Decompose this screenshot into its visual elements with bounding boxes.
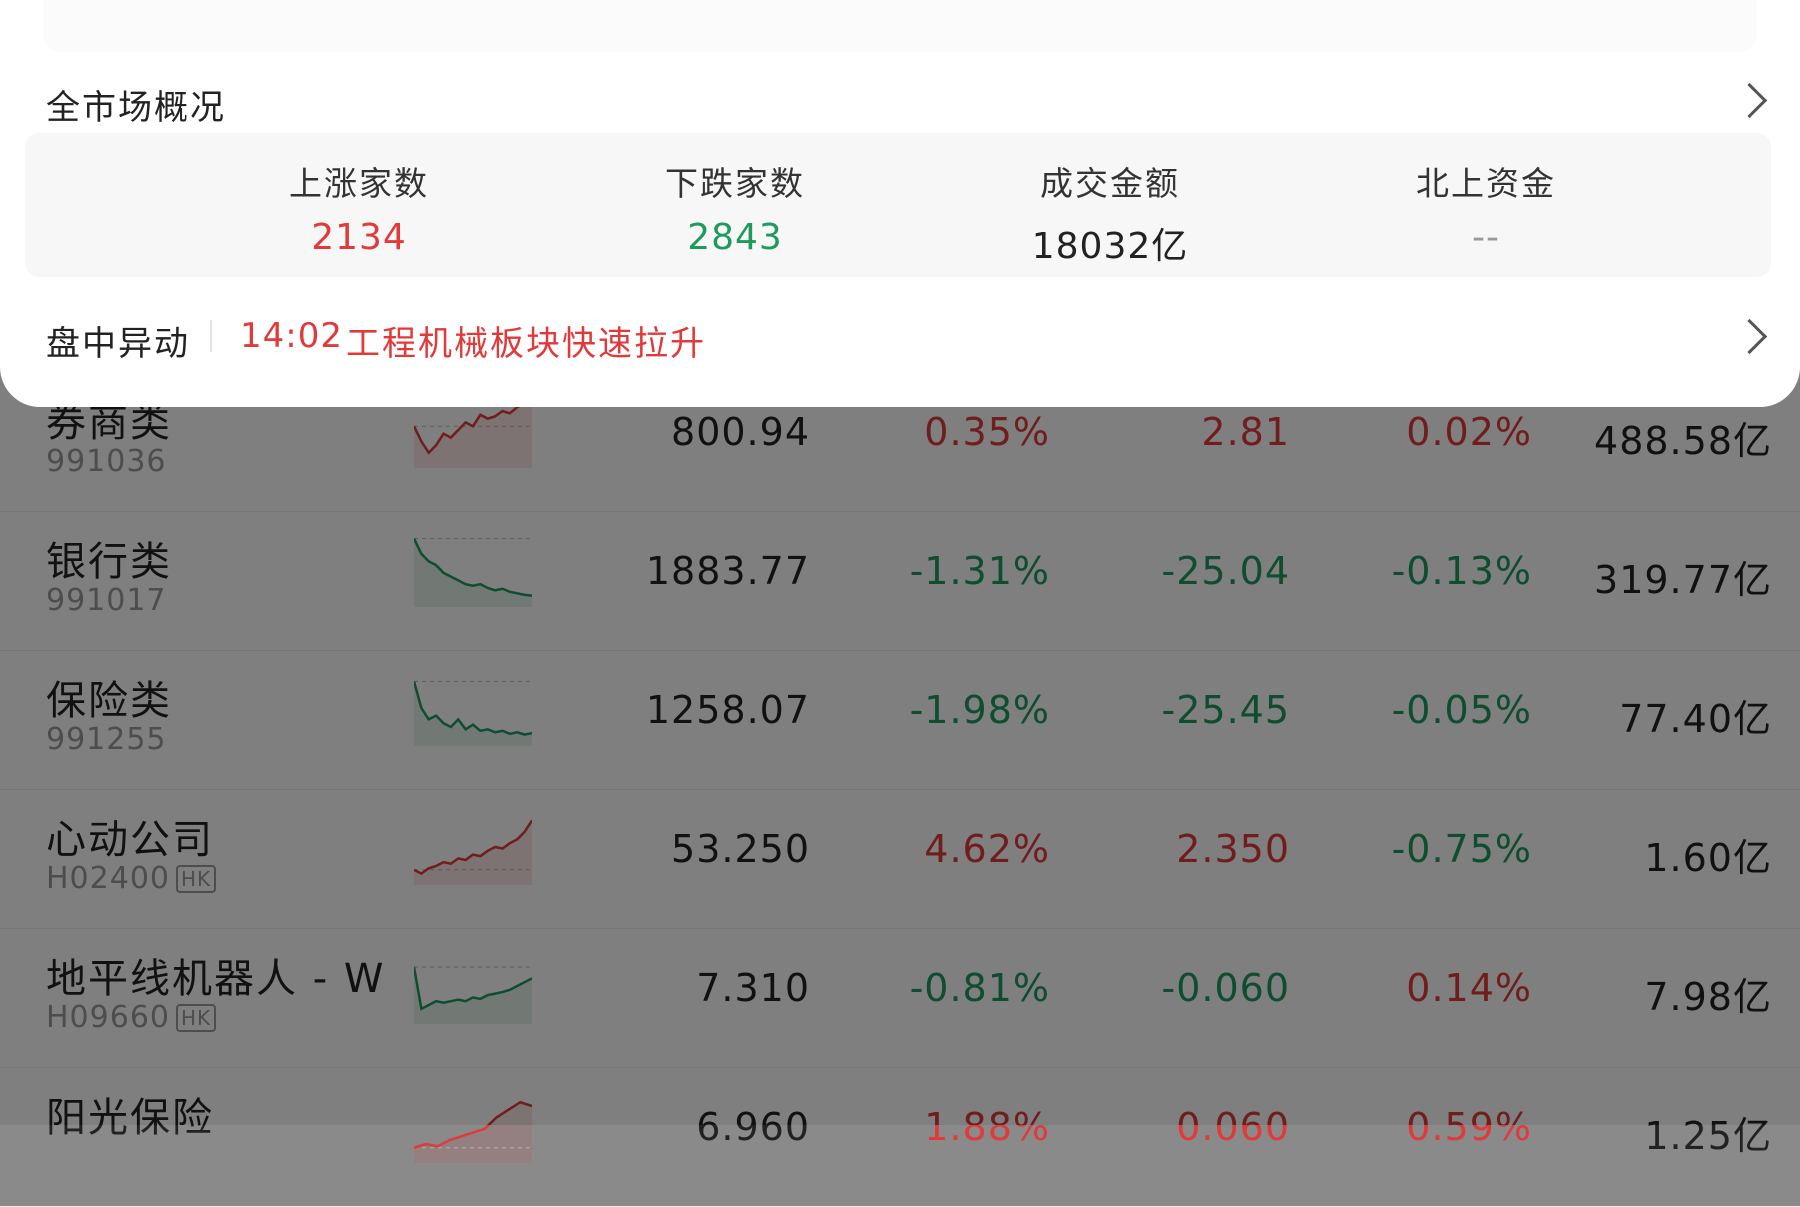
stat-value: 2843	[687, 217, 783, 258]
stat-label: 成交金额	[1040, 164, 1180, 203]
stat-northbound-funds: 北上资金 --	[1336, 157, 1636, 258]
intraday-alert-row[interactable]: 盘中异动 14:02 工程机械板块快速拉升	[0, 300, 1800, 372]
alert-text: 工程机械板块快速拉升	[346, 324, 706, 364]
market-overview-panel: 全市场概况 上涨家数 2134 下跌家数 2843 成交金额 18032亿 北上…	[0, 0, 1800, 407]
divider	[210, 320, 212, 352]
market-stats-box: 上涨家数 2134 下跌家数 2843 成交金额 18032亿 北上资金 --	[25, 133, 1771, 277]
stat-label: 北上资金	[1416, 164, 1556, 203]
stat-falling-count: 下跌家数 2843	[585, 157, 885, 258]
chevron-right-icon[interactable]	[1731, 318, 1768, 355]
alert-time: 14:02	[240, 316, 343, 356]
market-overview-title[interactable]: 全市场概况	[46, 80, 226, 129]
stat-label: 上涨家数	[289, 164, 429, 203]
stat-turnover: 成交金额 18032亿	[960, 157, 1260, 269]
intraday-alert-label: 盘中异动	[46, 324, 190, 364]
panel-top-strip	[44, 0, 1756, 52]
stat-value: 18032亿	[1031, 226, 1189, 267]
stat-rising-count: 上涨家数 2134	[209, 157, 509, 258]
stat-label: 下跌家数	[665, 164, 805, 203]
chevron-right-icon[interactable]	[1731, 82, 1768, 119]
stat-value: 2134	[311, 217, 407, 258]
stat-value: --	[1472, 217, 1500, 258]
